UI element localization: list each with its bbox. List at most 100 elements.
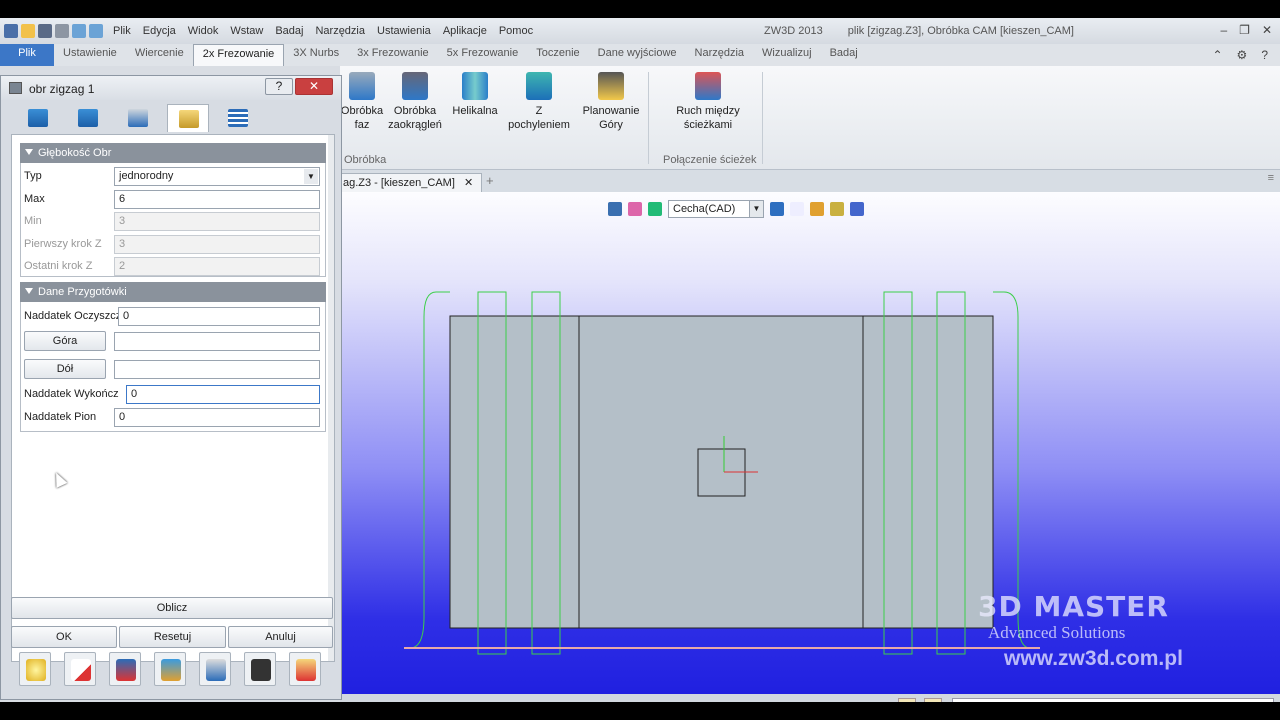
vertical-allowance-field[interactable]: 0: [114, 408, 320, 427]
chevron-down-icon[interactable]: ▼: [304, 169, 318, 184]
link-moves-button[interactable]: Ruch między ścieżkami: [666, 72, 750, 132]
menu-edycja[interactable]: Edycja: [143, 25, 176, 37]
tab-ustawienie[interactable]: Ustawienie: [54, 44, 126, 66]
help-icon[interactable]: ?: [1261, 48, 1268, 62]
tab-wizualizuj[interactable]: Wizualizuj: [753, 44, 821, 66]
ok-button[interactable]: OK: [11, 626, 117, 648]
bottom-button[interactable]: Dół: [24, 359, 106, 379]
finish-allowance-field[interactable]: 0: [126, 385, 320, 404]
tab-plik[interactable]: Plik: [0, 44, 54, 66]
menu-plik[interactable]: Plik: [113, 25, 131, 37]
menu-pomoc[interactable]: Pomoc: [499, 25, 533, 37]
depth-type-label: Typ: [24, 170, 42, 182]
link-moves-icon: [695, 72, 721, 100]
restore-icon[interactable]: ❐: [1239, 23, 1250, 37]
depth-type-value: jednorodny: [119, 170, 174, 182]
slope-button[interactable]: Z pochyleniem: [506, 72, 572, 132]
simulate-button[interactable]: [154, 652, 186, 686]
first-step-field: 3: [114, 235, 320, 254]
tab-2x-frezowanie[interactable]: 2x Frezowanie: [192, 44, 285, 66]
edit-button[interactable]: [64, 652, 96, 686]
panel-help-button[interactable]: ?: [265, 78, 293, 95]
panel-close-button[interactable]: ✕: [295, 78, 333, 95]
load-template-button[interactable]: [289, 652, 321, 686]
reset-button[interactable]: Resetuj: [119, 626, 226, 648]
feature-tab-icon: [28, 109, 48, 127]
save-template-button[interactable]: [244, 652, 276, 686]
tab-badaj[interactable]: Badaj: [821, 44, 867, 66]
tab-parameters[interactable]: [117, 104, 159, 132]
document-tab[interactable]: ag.Z3 - [kieszen_CAM] ✕: [340, 173, 483, 192]
tool-list-button[interactable]: [199, 652, 231, 686]
depth-type-select[interactable]: jednorodny ▼: [114, 167, 320, 186]
app-logo-icon[interactable]: [4, 24, 18, 38]
tab-dane-wyjsciowe[interactable]: Dane wyjściowe: [589, 44, 686, 66]
tab-limits[interactable]: [167, 104, 209, 132]
tab-settings[interactable]: [217, 104, 259, 132]
cancel-button[interactable]: Anuluj: [228, 626, 333, 648]
print-icon[interactable]: [55, 24, 69, 38]
tab-menu-icon[interactable]: ≡: [1268, 172, 1274, 184]
ribbon-collapse-icon[interactable]: ⌃: [1212, 48, 1222, 62]
depth-section-header[interactable]: Głębokość Obr: [20, 143, 326, 163]
new-file-icon[interactable]: [21, 24, 35, 38]
menu-badaj[interactable]: Badaj: [275, 25, 303, 37]
watermark-brand: 3D MASTER: [978, 590, 1169, 623]
tab-tool[interactable]: [67, 104, 109, 132]
tab-3x-nurbs[interactable]: 3X Nurbs: [284, 44, 348, 66]
tab-toczenie[interactable]: Toczenie: [527, 44, 588, 66]
minimize-icon[interactable]: –: [1220, 23, 1227, 37]
tab-3x-frezowanie[interactable]: 3x Frezowanie: [348, 44, 438, 66]
stock-section-title: Dane Przygotówki: [38, 286, 127, 298]
group-separator: [762, 72, 763, 164]
tab-feature[interactable]: [17, 104, 59, 132]
tab-narzedzia[interactable]: Narzędzia: [686, 44, 754, 66]
menu-wstaw[interactable]: Wstaw: [230, 25, 263, 37]
close-tab-icon[interactable]: ✕: [464, 177, 473, 189]
undo-icon[interactable]: [72, 24, 86, 38]
folder-open-icon: [296, 659, 316, 681]
helical-button[interactable]: Helikalna: [450, 72, 500, 118]
chamfer-button[interactable]: Obróbka faz: [340, 72, 384, 132]
clean-allowance-field[interactable]: 0: [118, 307, 320, 326]
3d-viewport[interactable]: Cecha(CAD) ▼ 3D MASTER Advanced Solution…: [340, 192, 1280, 694]
last-step-label: Ostatni krok Z: [24, 260, 93, 272]
close-icon[interactable]: ✕: [1262, 23, 1272, 37]
stock-section-header[interactable]: Dane Przygotówki: [20, 282, 326, 302]
settings-tab-icon: [228, 109, 248, 127]
last-step-row: Ostatni krok Z 2: [20, 256, 326, 278]
bottom-field[interactable]: [114, 360, 320, 379]
redo-icon[interactable]: [89, 24, 103, 38]
helical-icon: [462, 72, 488, 100]
fillet-button[interactable]: Obróbka zaokrągleń: [386, 72, 444, 132]
tips-button[interactable]: [19, 652, 51, 686]
face-milling-button[interactable]: Planowanie Góry: [578, 72, 644, 132]
tab-wiercenie[interactable]: Wiercenie: [126, 44, 193, 66]
top-field[interactable]: [114, 332, 320, 351]
menu-widok[interactable]: Widok: [188, 25, 219, 37]
finish-allowance-label: Naddatek Wykończ: [24, 388, 119, 400]
group-polaczenie: Połączenie ścieżek: [663, 154, 757, 166]
lightbulb-icon: [26, 659, 46, 681]
ribbon-tabs: Plik Ustawienie Wiercenie 2x Frezowanie …: [0, 44, 1280, 66]
save-icon[interactable]: [38, 24, 52, 38]
tab-5x-frezowanie[interactable]: 5x Frezowanie: [438, 44, 528, 66]
top-button[interactable]: Góra: [24, 331, 106, 351]
collapse-triangle-icon: [25, 149, 33, 155]
new-tab-icon[interactable]: +: [486, 173, 494, 188]
menu-ustawienia[interactable]: Ustawienia: [377, 25, 431, 37]
depth-max-field[interactable]: 6: [114, 190, 320, 209]
document-tab-label: ag.Z3 - [kieszen_CAM]: [343, 177, 455, 189]
toolpath-button[interactable]: [109, 652, 141, 686]
compute-button[interactable]: Oblicz: [11, 597, 333, 619]
settings-gear-icon[interactable]: ⚙: [1237, 48, 1248, 62]
menu-narzedzia[interactable]: Narzędzia: [315, 25, 365, 37]
watermark-tagline: Advanced Solutions: [988, 623, 1126, 642]
panel-scrollbar[interactable]: [328, 135, 334, 661]
menu-aplikacje[interactable]: Aplikacje: [443, 25, 487, 37]
face-milling-label: Planowanie Góry: [582, 105, 640, 131]
slope-icon: [526, 72, 552, 100]
panel-tabs: [11, 104, 335, 134]
vertical-allowance-label: Naddatek Pion: [24, 411, 97, 423]
depth-max-label: Max: [24, 193, 45, 205]
